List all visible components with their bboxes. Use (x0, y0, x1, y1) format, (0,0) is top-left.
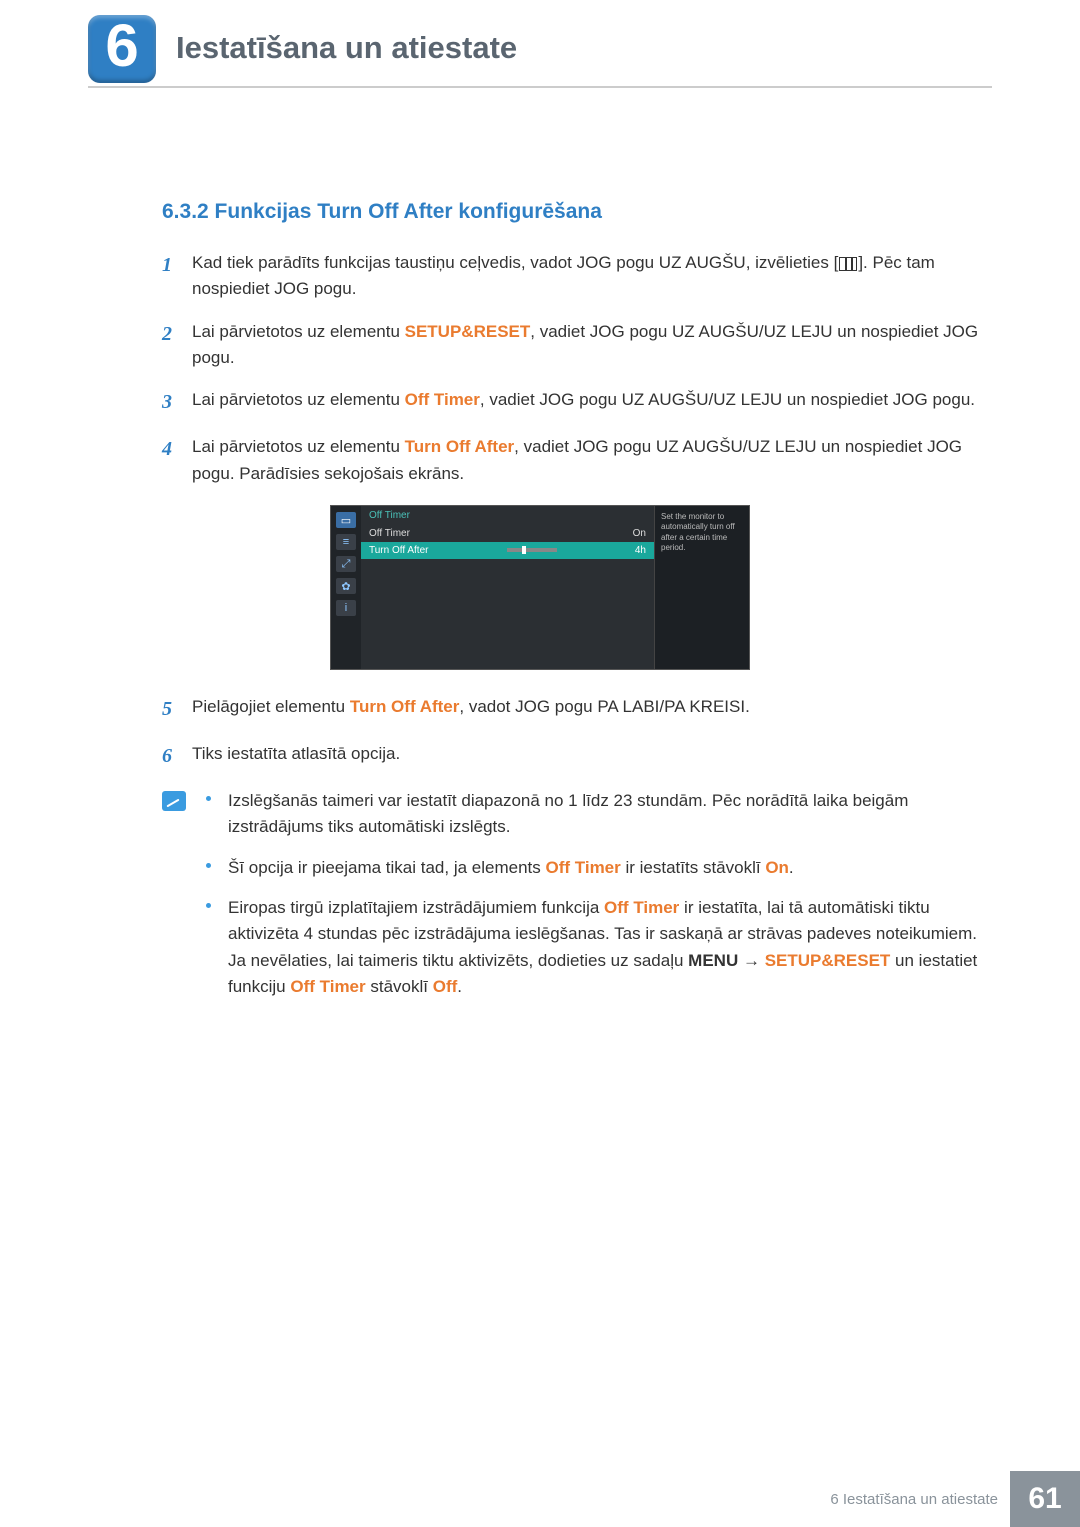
osd-row-turn-off-after: Turn Off After 4h (361, 542, 654, 559)
osd-value: 4h (635, 545, 646, 556)
osd-row-off-timer: Off Timer On (361, 525, 654, 542)
osd-hint-text: Set the monitor to automatically turn of… (654, 506, 749, 669)
note-item: Šī opcija ir pieejama tikai tad, ja elem… (206, 855, 988, 881)
emphasis: Off (433, 977, 458, 996)
osd-slider (507, 548, 557, 552)
step-number: 6 (162, 741, 188, 772)
step-number: 3 (162, 387, 188, 418)
osd-screenshot: ▭ ≡ ⤢ ✿ i Off Timer Off Timer On Turn Of… (92, 505, 988, 670)
gear-icon: ✿ (336, 578, 356, 594)
arrow-icon: → (738, 951, 764, 970)
emphasis: Off Timer (604, 898, 679, 917)
emphasis: Off Timer (290, 977, 365, 996)
emphasis: SETUP&RESET (405, 322, 531, 341)
chapter-title: Iestatīšana un atiestate (176, 30, 517, 66)
note-block: Izslēgšanās taimeri var iestatīt diapazo… (162, 788, 988, 1014)
step-number: 5 (162, 694, 188, 725)
emphasis: SETUP&RESET (765, 951, 891, 970)
display-icon: ▭ (336, 512, 356, 528)
step-5: 5 Pielāgojiet elementu Turn Off After, v… (162, 694, 988, 725)
menu-icon (839, 257, 857, 271)
osd-label: Off Timer (369, 528, 410, 539)
note-list: Izslēgšanās taimeri var iestatīt diapazo… (206, 788, 988, 1014)
page-footer: 6 Iestatīšana un atiestate 61 (830, 1471, 1080, 1527)
emphasis: Off Timer (546, 858, 621, 877)
emphasis: On (765, 858, 789, 877)
emphasis: Turn Off After (405, 437, 515, 456)
section-heading: 6.3.2 Funkcijas Turn Off After konfigurē… (162, 200, 988, 224)
resize-icon: ⤢ (336, 556, 356, 572)
step-2: 2 Lai pārvietotos uz elementu SETUP&RESE… (162, 319, 988, 372)
step-6: 6 Tiks iestatīta atlasītā opcija. (162, 741, 988, 772)
step-number: 4 (162, 434, 188, 487)
header-divider (88, 86, 992, 88)
step-4: 4 Lai pārvietotos uz elementu Turn Off A… (162, 434, 988, 487)
step-3: 3 Lai pārvietotos uz elementu Off Timer,… (162, 387, 988, 418)
step-1: 1 Kad tiek parādīts funkcijas taustiņu c… (162, 250, 988, 303)
step-text: Kad tiek parādīts funkcijas taustiņu ceļ… (192, 250, 988, 303)
emphasis: Off Timer (405, 390, 480, 409)
emphasis: Turn Off After (350, 697, 460, 716)
osd-label: Turn Off After (369, 545, 428, 556)
step-text: Lai pārvietotos uz elementu Turn Off Aft… (192, 434, 988, 487)
step-text: Lai pārvietotos uz elementu SETUP&RESET,… (192, 319, 988, 372)
footer-page-number: 61 (1010, 1471, 1080, 1527)
chapter-number-badge: 6 (88, 15, 156, 83)
osd-value: On (633, 528, 646, 539)
step-text: Tiks iestatīta atlasītā opcija. (192, 741, 988, 772)
osd-sidebar: ▭ ≡ ⤢ ✿ i (331, 506, 361, 669)
osd-main: Off Timer Off Timer On Turn Off After 4h (361, 506, 654, 669)
page-content: 6.3.2 Funkcijas Turn Off After konfigurē… (0, 110, 1080, 1014)
osd-menu-title: Off Timer (361, 506, 654, 525)
osd-panel: ▭ ≡ ⤢ ✿ i Off Timer Off Timer On Turn Of… (330, 505, 750, 670)
step-text: Pielāgojiet elementu Turn Off After, vad… (192, 694, 988, 725)
note-item: Eiropas tirgū izplatītajiem izstrādājumi… (206, 895, 988, 1000)
step-list-continued: 5 Pielāgojiet elementu Turn Off After, v… (162, 694, 988, 772)
info-icon: i (336, 600, 356, 616)
step-number: 1 (162, 250, 188, 303)
note-icon (162, 791, 186, 811)
list-icon: ≡ (336, 534, 356, 550)
step-number: 2 (162, 319, 188, 372)
step-text: Lai pārvietotos uz elementu Off Timer, v… (192, 387, 988, 418)
step-list: 1 Kad tiek parādīts funkcijas taustiņu c… (162, 250, 988, 487)
page-header: 6 Iestatīšana un atiestate (0, 0, 1080, 110)
emphasis-dark: MENU (688, 951, 738, 970)
footer-chapter-label: 6 Iestatīšana un atiestate (830, 1491, 998, 1508)
note-item: Izslēgšanās taimeri var iestatīt diapazo… (206, 788, 988, 841)
